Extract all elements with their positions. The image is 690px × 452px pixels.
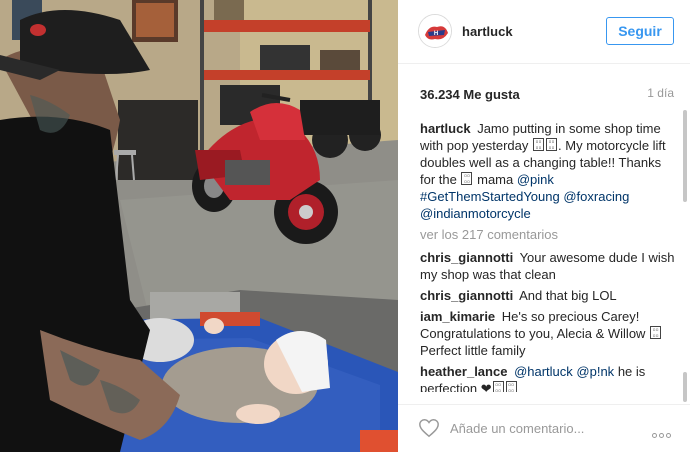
more-options-icon[interactable] xyxy=(652,425,674,438)
caption-username[interactable]: hartluck xyxy=(420,121,471,136)
comments-list[interactable]: hartluck Jamo putting in some shop time … xyxy=(420,120,678,392)
post-photo[interactable] xyxy=(0,0,398,452)
caption-hashtag[interactable]: #GetThemStartedYoung xyxy=(420,189,560,204)
avatar[interactable]: H xyxy=(418,14,452,48)
comments-scrollbar[interactable] xyxy=(682,110,688,402)
comment-text-2: Perfect little family xyxy=(420,343,526,358)
comment-username[interactable]: chris_giannotti xyxy=(420,250,513,265)
missing-emoji-icon: ▫▫ ▫▫ xyxy=(492,381,504,392)
header-username[interactable]: hartluck xyxy=(462,24,513,39)
svg-text:H: H xyxy=(434,31,438,37)
comment-username[interactable]: heather_lance xyxy=(420,364,507,379)
comment-username[interactable]: chris_giannotti xyxy=(420,288,513,303)
caption-mention-pink[interactable]: @pink xyxy=(517,172,554,187)
likes-count[interactable]: 36.234 Me gusta xyxy=(420,87,520,102)
add-comment-input[interactable] xyxy=(450,419,640,437)
post-timestamp[interactable]: 1 día xyxy=(647,86,674,100)
scrollbar-thumb[interactable] xyxy=(683,110,687,202)
comment-footer xyxy=(398,404,690,452)
caption-mention-indianmotorcycle[interactable]: @indianmotorcycle xyxy=(420,206,531,221)
comment-username[interactable]: iam_kimarie xyxy=(420,309,495,324)
comment-text: And that big LOL xyxy=(519,288,617,303)
caption: hartluck Jamo putting in some shop time … xyxy=(420,120,678,222)
heart-icon[interactable] xyxy=(418,417,440,439)
missing-emoji-icon: ▫▫ ▫▫ xyxy=(546,138,558,151)
heart-emoji-icon: ❤ xyxy=(480,381,492,392)
missing-emoji-icon: ▫▫ ▫▫ xyxy=(505,381,517,392)
view-all-comments-link[interactable]: ver los 217 comentarios xyxy=(420,226,678,243)
missing-emoji-icon: ▫▫ ▫▫ xyxy=(533,138,545,151)
likes-row: 36.234 Me gusta 1 día xyxy=(420,86,674,102)
post-header: H hartluck Seguir xyxy=(398,0,690,64)
follow-button[interactable]: Seguir xyxy=(606,17,674,45)
photo-garage-scene xyxy=(0,0,398,452)
caption-text-3: mama xyxy=(477,172,514,187)
comment-item: chris_giannotti Your awesome dude I wish… xyxy=(420,249,678,283)
post-details-panel: H hartluck Seguir 36.234 Me gusta 1 día … xyxy=(398,0,690,452)
caption-mention-foxracing[interactable]: @foxracing xyxy=(563,189,629,204)
missing-emoji-icon: ▫▫ ▫▫ xyxy=(650,326,662,339)
comment-item: iam_kimarie He's so precious Carey! Cong… xyxy=(420,308,678,359)
scrollbar-thumb-lower[interactable] xyxy=(683,372,687,402)
missing-emoji-icon: ▫▫ ▫▫ xyxy=(461,172,473,185)
comment-mention[interactable]: @p!nk xyxy=(576,364,614,379)
avatar-logo-icon: H xyxy=(419,15,451,47)
comment-item: heather_lance @hartluck @p!nk he is perf… xyxy=(420,363,678,392)
comment-item: chris_giannotti And that big LOL xyxy=(420,287,678,304)
comment-mention[interactable]: @hartluck xyxy=(514,364,573,379)
